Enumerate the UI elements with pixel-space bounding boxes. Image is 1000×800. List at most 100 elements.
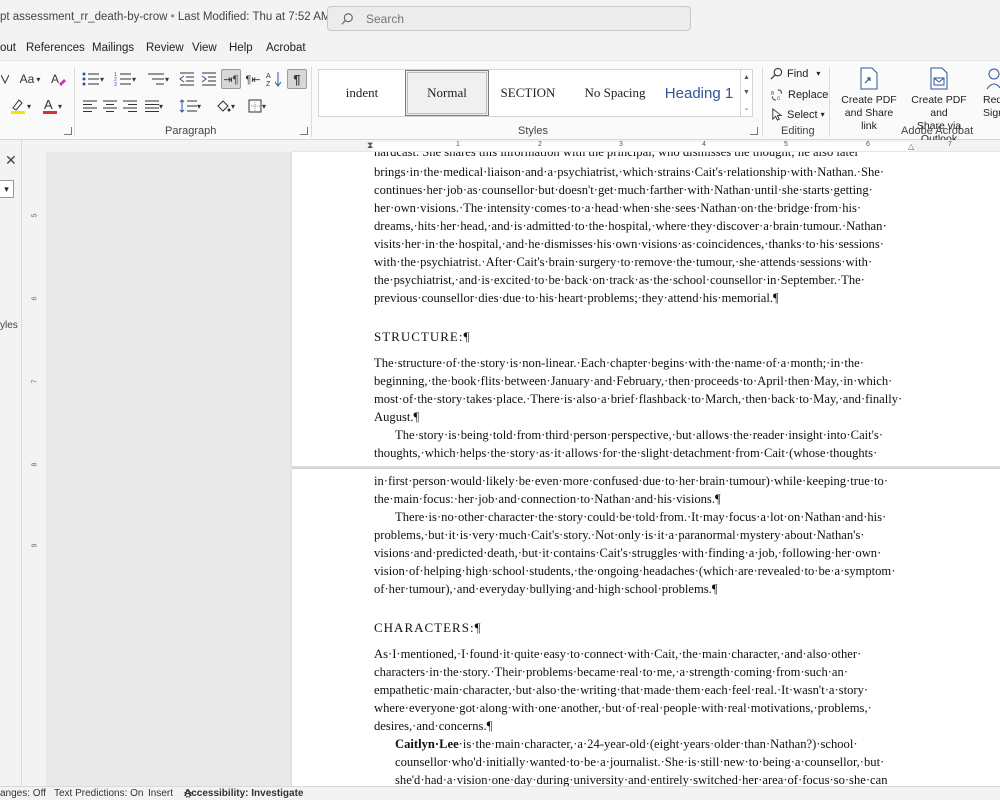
chevron-down-icon: ▾ — [36, 74, 41, 84]
ruler-text-area — [372, 142, 912, 151]
document-page[interactable]: hardcast. She shares this information wi… — [292, 152, 1000, 466]
align-right-icon — [123, 100, 137, 112]
style-normal[interactable]: Normal — [405, 70, 489, 116]
font-partial-button[interactable] — [0, 69, 10, 89]
multilevel-list-button[interactable]: ▾ — [145, 69, 171, 89]
styles-dialog-launcher-icon[interactable] — [750, 127, 758, 135]
title-separator: • — [170, 11, 175, 23]
search-icon — [770, 67, 783, 80]
sort-button[interactable]: AZ — [264, 69, 284, 89]
clear-formatting-icon: A — [51, 72, 66, 86]
search-input[interactable] — [364, 10, 664, 27]
tab-review[interactable]: Review — [146, 42, 184, 54]
show-hide-marks-button[interactable]: ¶ — [287, 69, 307, 89]
accessibility-icon: ⛭ — [184, 789, 192, 800]
paragraph-text: The·story·is·being·told·from·third·perso… — [374, 428, 884, 460]
text-predictions-status[interactable]: Text Predictions: On — [54, 788, 143, 799]
indent-marker-icon[interactable]: ⧗ — [367, 140, 373, 151]
ruler-number: 6 — [866, 141, 870, 148]
justify-button[interactable]: ▾ — [140, 96, 168, 116]
svg-text:A: A — [266, 73, 271, 80]
pane-label: yles — [0, 320, 18, 331]
track-changes-status[interactable]: anges: Off — [0, 788, 46, 799]
svg-text:a: a — [771, 90, 775, 97]
multilevel-list-icon — [147, 73, 164, 85]
decrease-indent-button[interactable] — [177, 69, 197, 89]
style-section[interactable]: SECTION — [489, 70, 567, 116]
svg-text:c: c — [777, 95, 781, 101]
line-spacing-button[interactable]: ▾ — [175, 96, 205, 116]
align-center-button[interactable] — [100, 96, 120, 116]
replace-icon: ac — [771, 89, 783, 101]
insert-mode-status[interactable]: Insert — [148, 788, 173, 799]
font-color-button[interactable]: A ▾ — [38, 96, 66, 116]
line-spacing-icon — [179, 99, 197, 113]
replace-button[interactable]: ac Replace — [770, 88, 829, 102]
accessibility-status[interactable]: ⛭ Accessibility: Investigate — [184, 788, 304, 800]
find-button[interactable]: Find ▾ — [770, 67, 820, 80]
ruler-number: 7 — [31, 379, 39, 384]
pane-dropdown[interactable]: ▾ — [0, 180, 14, 198]
request-label-2: Signa — [983, 107, 1000, 119]
numbering-button[interactable]: 123 ▾ — [112, 69, 138, 89]
styles-expand-icon[interactable]: ⌄ — [744, 104, 750, 112]
right-indent-marker-icon[interactable]: △ — [908, 142, 914, 151]
ruler-number: 7 — [948, 141, 952, 148]
tab-view[interactable]: View — [192, 42, 217, 54]
bullets-button[interactable]: ▾ — [80, 69, 106, 89]
change-case-label: Aa — [19, 72, 35, 86]
style-heading-1[interactable]: Heading 1 — [659, 70, 739, 116]
ltr-paragraph-button[interactable]: ⇥¶ — [221, 69, 241, 89]
clear-formatting-button[interactable]: A — [48, 69, 68, 89]
chevron-down-icon: ▾ — [261, 101, 266, 111]
section-heading: STRUCTURE:¶ — [374, 329, 471, 344]
paragraph-dialog-launcher-icon[interactable] — [300, 127, 308, 135]
document-page[interactable]: in·first·person·would·likely·be·even·mor… — [292, 469, 1000, 786]
rtl-paragraph-button[interactable]: ¶⇤ — [243, 69, 263, 89]
tab-mailings[interactable]: Mailings — [92, 42, 134, 54]
search-box[interactable] — [327, 6, 691, 31]
ruler-number: 5 — [784, 141, 788, 148]
create-pdf-label-1: Create PDF — [841, 94, 897, 106]
increase-indent-button[interactable] — [199, 69, 219, 89]
body-paragraph: Caitlyn·Lee·is·the·main·character,·a·24-… — [395, 735, 912, 786]
scroll-down-icon[interactable]: ▼ — [743, 89, 750, 96]
search-icon — [341, 12, 353, 25]
highlight-color-button[interactable]: ▾ — [4, 96, 36, 116]
shading-button[interactable]: ▾ — [211, 96, 239, 116]
tab-acrobat[interactable]: Acrobat — [266, 42, 306, 54]
close-icon[interactable]: ✕ — [5, 152, 17, 169]
style-indent[interactable]: indent — [319, 70, 405, 116]
ruler-number: 9 — [31, 543, 39, 548]
user-sign-icon — [986, 68, 1000, 90]
align-left-button[interactable] — [80, 96, 100, 116]
change-case-button[interactable]: Aa ▾ — [16, 69, 44, 89]
borders-button[interactable]: ▾ — [243, 96, 271, 116]
paragraph-text: As·I·mentioned,·I·found·it·quite·easy·to… — [374, 647, 872, 733]
tab-layout[interactable]: out — [0, 42, 16, 54]
vertical-ruler[interactable]: 5 6 7 8 9 — [30, 140, 44, 786]
tab-help[interactable]: Help — [229, 42, 253, 54]
font-dialog-launcher-icon[interactable] — [64, 127, 72, 135]
chevron-down-icon: ▾ — [820, 110, 825, 119]
group-separator — [311, 67, 312, 137]
replace-label: Replace — [788, 88, 829, 101]
body-paragraph: in·first·person·would·likely·be·even·mor… — [374, 472, 912, 598]
doc-title-text: pt assessment_rr_death-by-crow — [0, 11, 168, 23]
group-separator — [762, 67, 763, 137]
clipped-text-line: hardcast. She shares this information wi… — [374, 152, 912, 161]
tab-references[interactable]: References — [26, 42, 85, 54]
style-no-spacing[interactable]: No Spacing — [573, 70, 657, 116]
group-separator — [829, 67, 830, 137]
borders-icon — [248, 99, 262, 113]
scroll-up-icon[interactable]: ▲ — [743, 74, 750, 81]
section-heading: CHARACTERS:¶ — [374, 620, 482, 635]
select-button[interactable]: Select ▾ — [770, 108, 825, 121]
align-right-button[interactable] — [120, 96, 140, 116]
horizontal-ruler[interactable]: ⧗ 1 2 3 4 5 6 7 △ — [0, 140, 1000, 152]
cursor-icon — [772, 108, 783, 121]
acrobat-group-label: Adobe Acrobat — [901, 125, 974, 137]
document-title[interactable]: pt assessment_rr_death-by-crow • Last Mo… — [0, 11, 345, 23]
clipped-line-text: hardcast. She shares this information wi… — [374, 152, 859, 159]
font-color-icon: A — [42, 97, 57, 114]
